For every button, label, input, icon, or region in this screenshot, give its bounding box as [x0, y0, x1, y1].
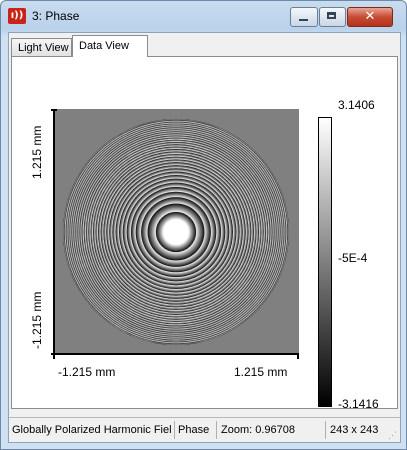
phase-window: ı)) 3: Phase ✕ Light View Data View 1.21… — [0, 0, 407, 450]
tab-light-view[interactable]: Light View — [11, 38, 72, 56]
status-quantity: Phase — [175, 421, 217, 439]
phase-plot[interactable] — [53, 109, 299, 355]
maximize-icon — [327, 12, 336, 19]
data-view-panel: 1.215 mm -1.215 mm -1.215 mm 1.215 mm 3.… — [11, 56, 398, 411]
colorbar-mid-label: -5E-4 — [338, 251, 368, 265]
x-tick-right — [297, 353, 299, 359]
window-title: 3: Phase — [32, 9, 80, 23]
app-icon[interactable]: ı)) — [8, 8, 26, 24]
tab-data-view[interactable]: Data View — [72, 35, 148, 57]
phase-rings — [63, 119, 289, 345]
colorbar-min-label: -3.1416 — [338, 397, 379, 411]
phase-ring — [155, 211, 197, 253]
status-bar: Globally Polarized Harmonic Fiel Phase Z… — [9, 417, 400, 442]
maximize-button[interactable] — [319, 7, 346, 27]
colorbar — [318, 117, 332, 407]
status-size: 243 x 243 — [330, 424, 379, 436]
x-tick-left — [53, 353, 55, 359]
close-button[interactable]: ✕ — [347, 7, 393, 27]
close-icon: ✕ — [364, 9, 376, 24]
resize-grip[interactable]: ⋰ — [388, 430, 398, 440]
status-zoom: Zoom: 0.96708 — [218, 421, 326, 439]
status-source: Globally Polarized Harmonic Fiel — [9, 421, 175, 439]
y-tick-top — [51, 109, 57, 111]
x-axis-left-label: -1.215 mm — [58, 365, 116, 379]
y-axis-bottom-label: -1.215 mm — [30, 291, 44, 349]
minimize-button[interactable] — [290, 7, 318, 27]
colorbar-max-label: 3.1406 — [338, 98, 375, 112]
y-axis-top-label: 1.215 mm — [30, 125, 44, 179]
title-bar[interactable]: ı)) 3: Phase ✕ — [1, 1, 406, 31]
minimize-icon — [299, 19, 308, 21]
window-client: Light View Data View 1.215 mm -1.215 mm … — [8, 32, 401, 443]
x-axis-right-label: 1.215 mm — [234, 365, 288, 379]
